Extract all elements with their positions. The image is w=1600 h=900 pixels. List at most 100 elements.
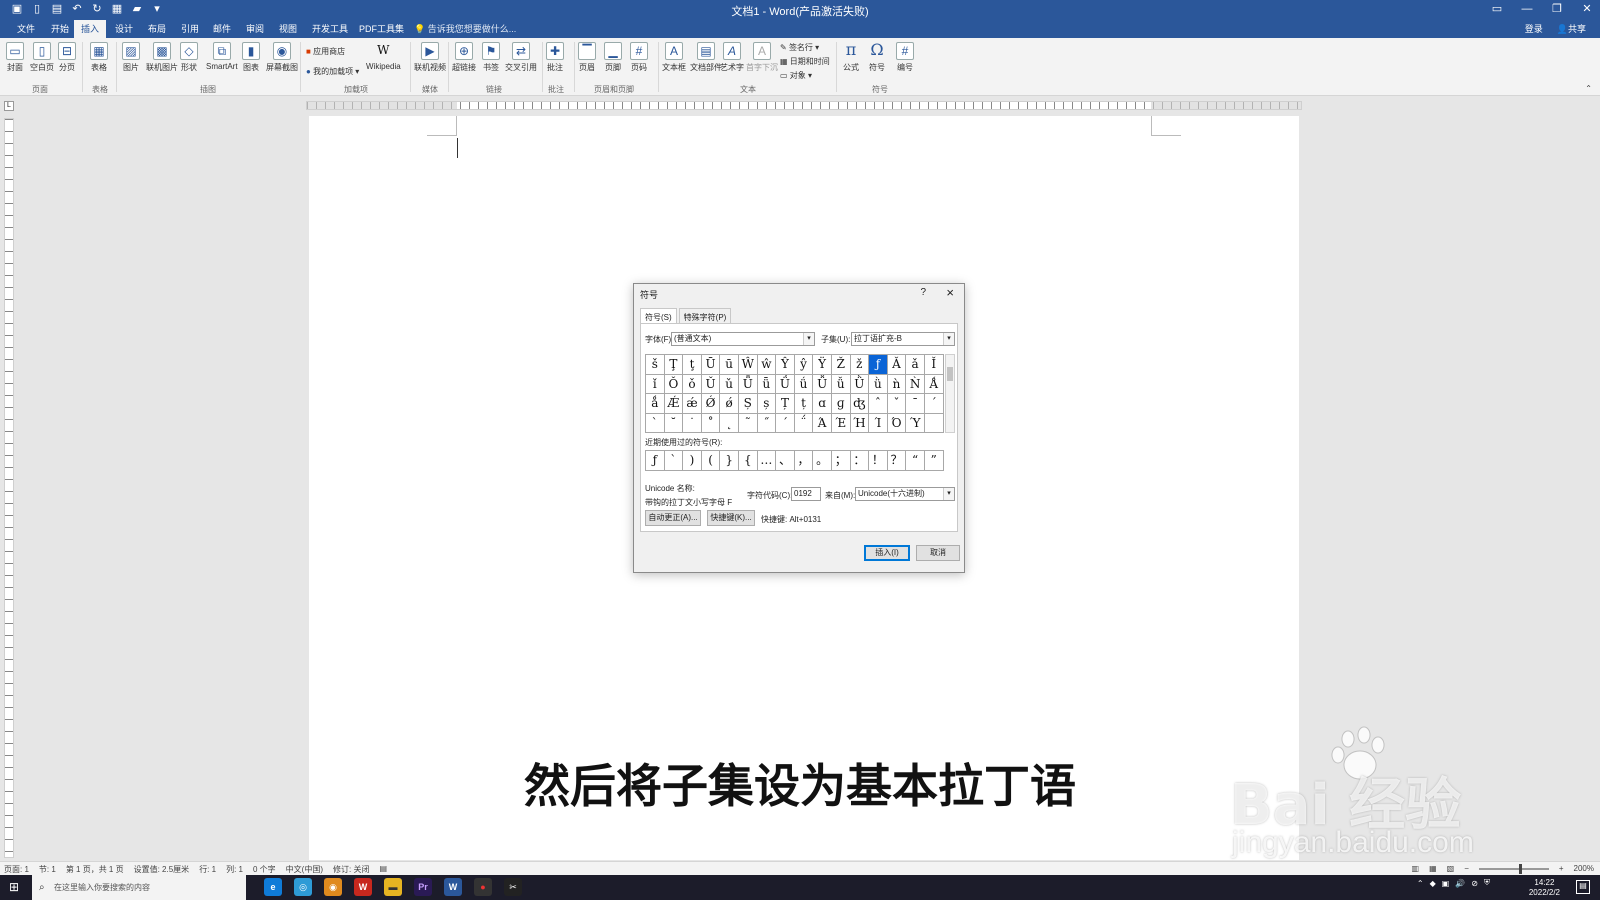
symbol-cell[interactable]: Ǖ [738,374,758,394]
recent-symbol-cell[interactable]: ƒ [646,451,665,471]
capcut-icon[interactable]: ✂ [504,878,522,896]
symbol-cell[interactable]: Έ [831,413,851,433]
symbol-cell[interactable]: Ǒ [664,374,684,394]
recent-symbol-cell[interactable]: … [757,451,777,471]
status-line[interactable]: 行: 1 [199,864,216,875]
tab-references[interactable]: 引用 [174,20,206,38]
cancel-button[interactable]: 取消 [916,545,960,561]
char-code-input[interactable]: 0192 [791,487,821,501]
equation-button[interactable]: π 公式 [842,42,860,73]
status-page[interactable]: 页面: 1 [4,864,29,875]
recent-symbol-cell[interactable]: { [738,451,758,471]
font-select[interactable]: (普通文本) ▾ [671,332,815,346]
symbol-cell[interactable]: ɑ [813,394,832,414]
symbol-cell[interactable]: Ύ [906,413,925,433]
symbol-cell[interactable]: ˊ [924,394,944,414]
status-language[interactable]: 中文(中国) [286,864,323,875]
symbol-cell[interactable]: Ǎ [887,355,907,375]
premiere-icon[interactable]: Pr [414,878,432,896]
collapse-ribbon-icon[interactable]: ⌃ [1585,84,1592,93]
symbol-cell[interactable]: ʤ [850,394,870,414]
symbol-cell[interactable]: ţ [683,355,702,375]
symbol-button[interactable]: Ω 符号 [868,42,886,73]
blank-page-button[interactable]: ▯ 空白页 [30,42,54,73]
symbol-cell[interactable]: ΅ [794,413,814,433]
macro-record-icon[interactable]: ▤ [379,864,387,875]
symbol-cell[interactable]: ū [720,355,739,375]
object-button[interactable]: ▭ 对象 ▾ [780,70,812,81]
symbol-cell[interactable]: Ž [831,355,851,375]
recent-symbol-cell[interactable]: ) [683,451,702,471]
subset-select[interactable]: 拉丁语扩充-B ▾ [851,332,955,346]
record-icon[interactable]: ● [474,878,492,896]
status-position[interactable]: 设置值: 2.5厘米 [134,864,190,875]
close-window-icon[interactable]: ✕ [1580,2,1594,16]
ribbon-display-icon[interactable]: ▭ [1490,2,1504,16]
bookmark-button[interactable]: ⚑ 书签 [482,42,500,73]
edge-icon[interactable]: e [264,878,282,896]
date-time-button[interactable]: ▦ 日期和时间 [780,56,830,67]
wordart-button[interactable]: A 艺术字 [720,42,744,73]
symbol-cell[interactable]: ǖ [757,374,777,394]
tab-view[interactable]: 视图 [272,20,304,38]
tab-file[interactable]: 文件 [10,20,42,38]
tab-selector[interactable]: L [4,101,14,111]
sign-in-link[interactable]: 登录 [1525,20,1543,38]
symbol-cell[interactable]: Ǔ [701,374,721,394]
scrollbar-thumb[interactable] [947,367,953,381]
clock[interactable]: 14:22 2022/2/2 [1529,878,1560,898]
symbol-cell[interactable]: ˝ [757,413,777,433]
symbol-cell[interactable]: ˚ [701,413,721,433]
status-page-count[interactable]: 第 1 页，共 1 页 [66,864,124,875]
symbol-cell[interactable]: ș [757,394,777,414]
browser-icon[interactable]: ◎ [294,878,312,896]
quick-parts-button[interactable]: ▤ 文档部件 [690,42,722,73]
symbol-cell[interactable]: ǽ [683,394,702,414]
tab-home[interactable]: 开始 [44,20,76,38]
symbol-cell[interactable]: š [646,355,665,375]
symbol-cell[interactable]: ˘ [664,413,684,433]
symbol-cell[interactable]: ˆ [869,394,888,414]
zoom-slider-thumb[interactable] [1518,863,1522,874]
tell-me-box[interactable]: 💡 告诉我您想要做什么... [414,20,516,38]
textbox-button[interactable]: A 文本框 [662,42,686,73]
symbol-cell[interactable]: ǻ [646,394,665,414]
autocorrect-button[interactable]: 自动更正(A)... [645,510,701,526]
recent-symbol-cell[interactable]: ( [701,451,721,471]
symbol-cell[interactable]: Ţ [664,355,684,375]
recent-symbol-cell[interactable]: ？ [887,451,907,471]
my-addins-button[interactable]: ● 我的加载项 ▾ [306,66,359,77]
status-word-count[interactable]: 0 个字 [253,864,276,875]
symbol-cell[interactable]: ΄ [776,413,795,433]
volume-icon[interactable]: 🔊 [1455,879,1465,888]
online-picture-button[interactable]: ▩ 联机图片 [146,42,178,73]
tray-chevron-icon[interactable]: ⌃ [1417,879,1424,888]
symbol-cell[interactable]: Ǘ [776,374,795,394]
symbol-cell[interactable]: Ό [887,413,907,433]
tab-design[interactable]: 设计 [108,20,140,38]
symbol-cell[interactable]: Ǹ [906,374,925,394]
status-column[interactable]: 列: 1 [226,864,243,875]
hyperlink-button[interactable]: ⊕ 超链接 [452,42,476,73]
print-layout-icon[interactable]: ▦ [1429,864,1437,873]
symbol-cell[interactable]: ǘ [794,374,814,394]
document-scrollbar[interactable] [1586,116,1594,856]
tray-app-icon[interactable]: ◆ [1430,879,1436,888]
wps-icon[interactable]: W [354,878,372,896]
cross-reference-button[interactable]: ⇄ 交叉引用 [505,42,537,73]
shapes-button[interactable]: ◇ 形状 [180,42,198,73]
symbol-cell[interactable]: ˙ [683,413,702,433]
status-track-changes[interactable]: 修订: 关闭 [333,864,369,875]
file-explorer-icon[interactable]: ▬ [384,878,402,896]
recent-symbol-cell[interactable]: 。 [813,451,832,471]
recent-symbol-cell[interactable]: “ [906,451,925,471]
symbol-cell[interactable]: ŵ [757,355,777,375]
symbol-cell[interactable]: Ū [701,355,721,375]
store-button[interactable]: ■ 应用商店 [306,46,345,57]
page-number-button[interactable]: # 页码 [630,42,648,73]
restore-icon[interactable]: ❐ [1550,2,1564,16]
symbol-cell[interactable] [924,413,944,433]
comment-button[interactable]: ✚ 批注 [546,42,564,73]
tab-pdf-tools[interactable]: PDF工具集 [352,20,411,38]
symbol-cell[interactable]: Ț [776,394,795,414]
